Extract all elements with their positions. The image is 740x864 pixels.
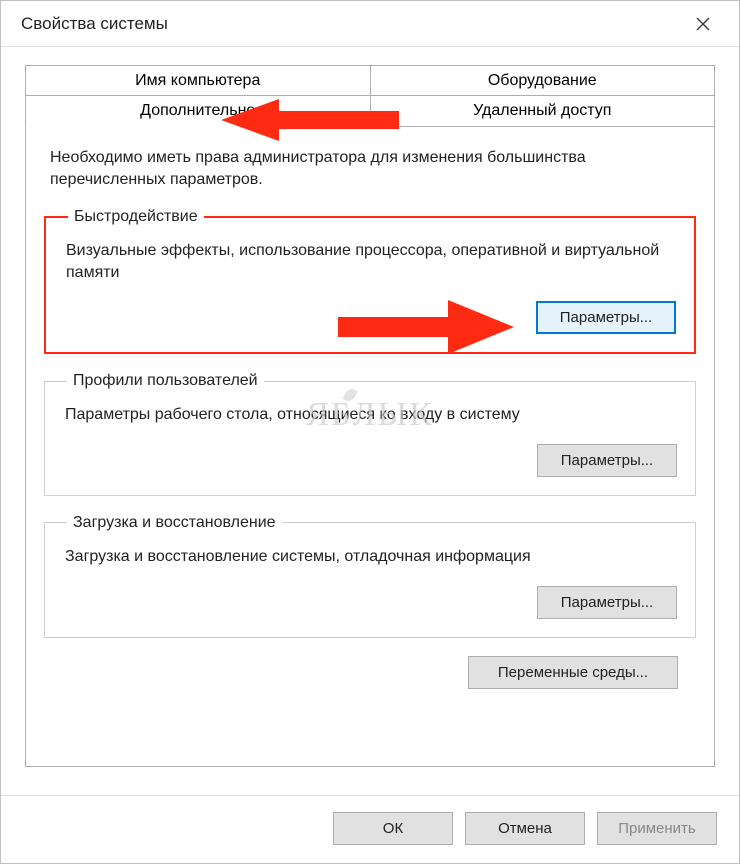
dialog-button-bar: ОК Отмена Применить [1,795,739,863]
titlebar: Свойства системы [1,1,739,47]
close-icon [696,17,710,31]
environment-variables-button[interactable]: Переменные среды... [468,656,678,689]
group-profiles: Профили пользователей Параметры рабочего… [44,372,696,496]
cancel-button[interactable]: Отмена [465,812,585,845]
ok-button[interactable]: ОК [333,812,453,845]
group-performance-desc: Визуальные эффекты, использование процес… [66,240,676,283]
tab-panel-advanced: Необходимо иметь права администратора дл… [25,127,715,767]
tab-remote[interactable]: Удаленный доступ [371,95,716,127]
group-startup-desc: Загрузка и восстановление системы, отлад… [65,546,677,568]
profiles-settings-button[interactable]: Параметры... [537,444,677,477]
system-properties-window: Свойства системы Имя компьютера Оборудов… [0,0,740,864]
group-startup: Загрузка и восстановление Загрузка и вос… [44,514,696,638]
dialog-content: Имя компьютера Оборудование Дополнительн… [1,47,739,795]
tab-computer-name[interactable]: Имя компьютера [25,65,371,96]
group-performance-legend: Быстродействие [68,208,204,226]
performance-settings-button[interactable]: Параметры... [536,301,676,334]
group-profiles-legend: Профили пользователей [67,372,264,390]
group-startup-legend: Загрузка и восстановление [67,514,282,532]
apply-button[interactable]: Применить [597,812,717,845]
group-profiles-desc: Параметры рабочего стола, относящиеся ко… [65,404,677,426]
tab-hardware[interactable]: Оборудование [371,65,716,96]
close-button[interactable] [681,9,725,39]
tab-advanced[interactable]: Дополнительно [25,95,371,127]
tabs: Имя компьютера Оборудование Дополнительн… [25,65,715,767]
group-performance: Быстродействие Визуальные эффекты, испол… [44,208,696,354]
window-title: Свойства системы [21,14,168,34]
admin-note: Необходимо иметь права администратора дл… [50,147,696,190]
startup-settings-button[interactable]: Параметры... [537,586,677,619]
